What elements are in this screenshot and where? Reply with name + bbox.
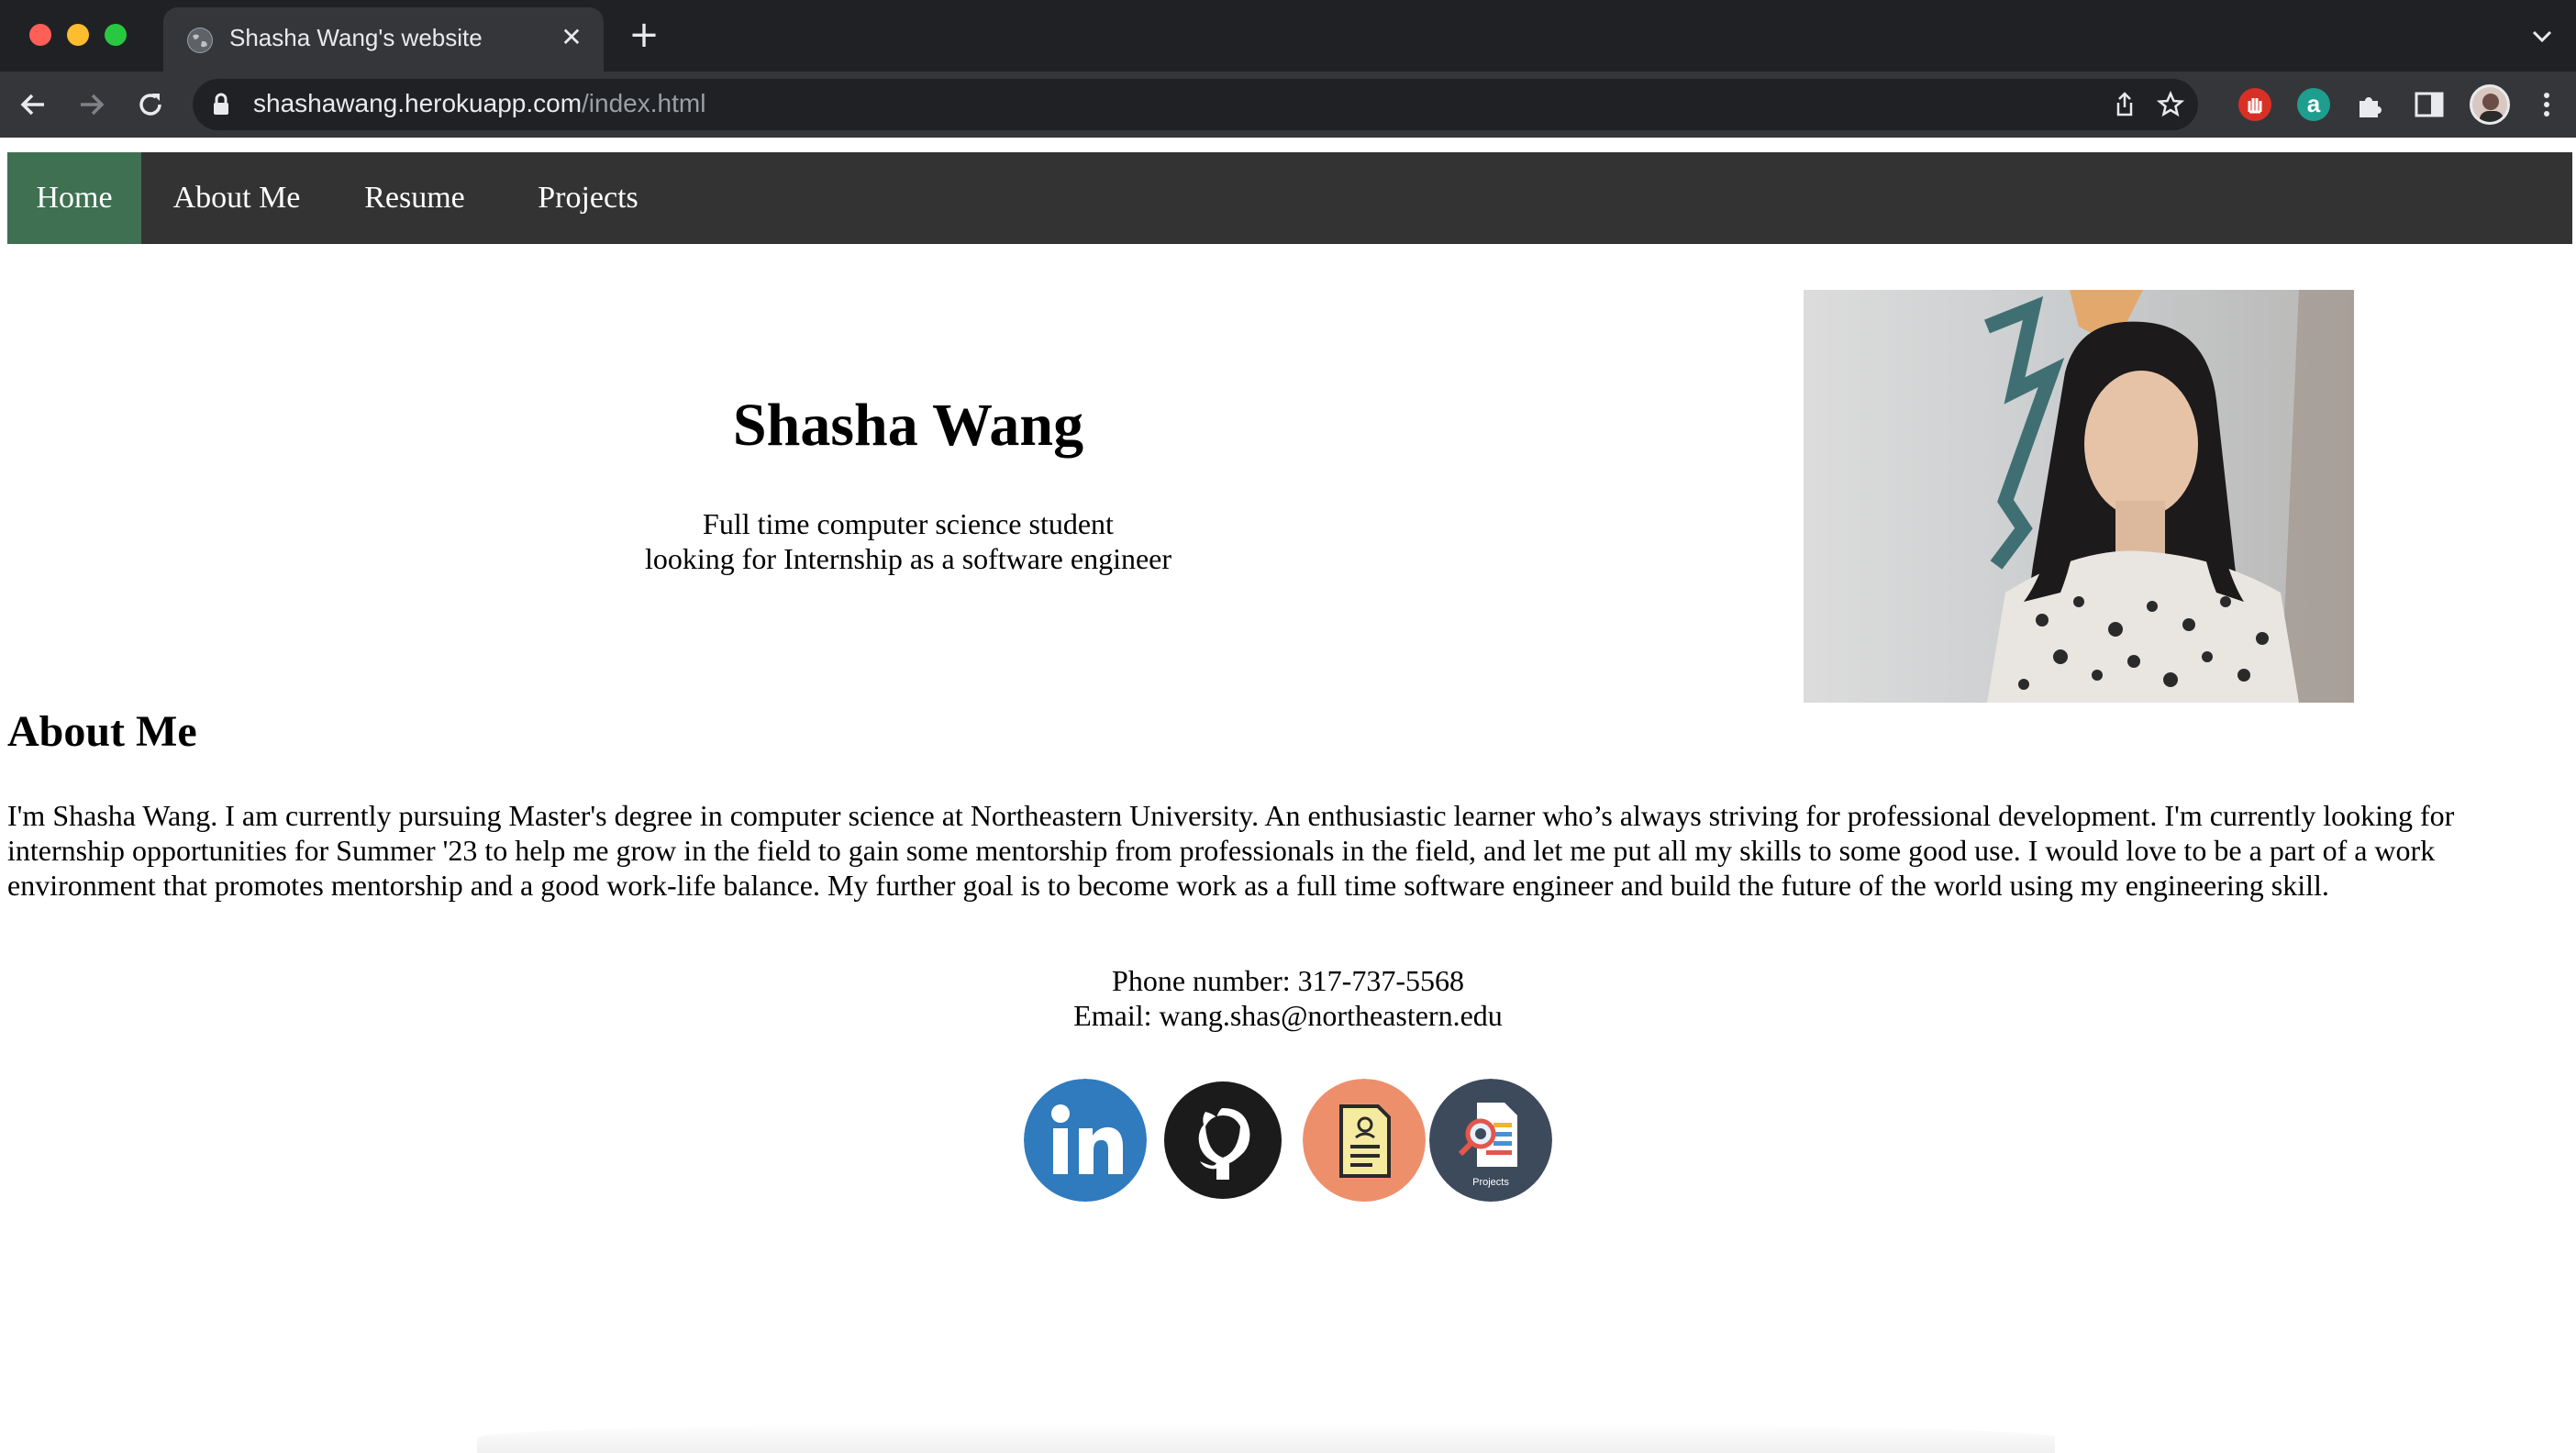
linkedin-icon — [1024, 1079, 1147, 1202]
share-icon[interactable] — [2110, 90, 2139, 119]
hero-name: Shasha Wang — [732, 392, 1084, 459]
forward-icon[interactable] — [73, 86, 110, 123]
projects-icon-label: Projects — [1472, 1177, 1509, 1188]
more-menu-icon[interactable] — [2530, 88, 2563, 121]
hero-subtitle-line1: Full time computer science student — [703, 507, 1114, 540]
linkedin-link[interactable] — [1024, 1079, 1147, 1202]
profile-photo — [1804, 290, 2354, 703]
new-tab-icon[interactable]: + — [626, 17, 662, 53]
nav-projects[interactable]: Projects — [510, 152, 666, 244]
hero-subtitle-line2: looking for Internship as a software eng… — [644, 542, 1172, 575]
page-bottom-shadow — [477, 1422, 2055, 1453]
about-paragraph: I'm Shasha Wang. I am currently pursuing… — [7, 799, 2455, 902]
contact-info: Phone number: 317-737-5568 Email: wang.s… — [829, 963, 1747, 1033]
adblock-extension-icon[interactable] — [2238, 88, 2271, 121]
back-icon[interactable] — [15, 86, 51, 123]
address-bar[interactable]: shashawang.herokuapp.com/index.html — [193, 79, 2198, 130]
projects-link[interactable]: Projects — [1429, 1079, 1552, 1202]
nav-resume[interactable]: Resume — [341, 152, 488, 244]
about-heading: About Me — [7, 707, 197, 756]
url-text[interactable]: shashawang.herokuapp.com/index.html — [253, 89, 705, 118]
page: Home About Me Resume Projects Shasha Wan… — [0, 138, 2576, 1453]
grammarly-extension-icon[interactable]: a — [2297, 88, 2330, 121]
github-link[interactable] — [1161, 1079, 1284, 1202]
resume-link[interactable] — [1303, 1079, 1426, 1202]
window-zoom-button[interactable] — [105, 24, 127, 46]
url-path: /index.html — [582, 89, 706, 117]
browser-tab-bar: Shasha Wang's website ✕ + — [0, 0, 2576, 72]
nav-about-me[interactable]: About Me — [154, 152, 319, 244]
side-panel-icon[interactable] — [2413, 88, 2446, 121]
tab-search-chevron-icon[interactable] — [2526, 20, 2558, 51]
hero-subtitle: Full time computer science student looki… — [495, 506, 1321, 576]
window-close-button[interactable] — [29, 24, 51, 46]
globe-icon — [187, 28, 213, 53]
tab-title: Shasha Wang's website — [229, 24, 483, 51]
resume-document-icon — [1303, 1079, 1426, 1202]
site-navbar: Home About Me Resume Projects — [7, 152, 2572, 244]
projects-magnifier-icon: Projects — [1429, 1079, 1552, 1202]
tab-close-icon[interactable]: ✕ — [556, 22, 587, 53]
browser-tab[interactable]: Shasha Wang's website ✕ — [163, 7, 604, 72]
github-icon — [1161, 1079, 1284, 1202]
url-host: shashawang.herokuapp.com — [253, 89, 583, 117]
window-minimize-button[interactable] — [67, 24, 89, 46]
nav-home[interactable]: Home — [7, 152, 141, 244]
email-address: Email: wang.shas@northeastern.edu — [1073, 999, 1503, 1032]
bookmark-star-icon[interactable] — [2156, 90, 2185, 119]
phone-number: Phone number: 317-737-5568 — [1112, 964, 1464, 997]
browser-toolbar: shashawang.herokuapp.com/index.html a — [0, 72, 2576, 138]
lock-icon[interactable] — [211, 93, 231, 116]
extensions-puzzle-icon[interactable] — [2354, 88, 2387, 121]
profile-avatar-icon[interactable] — [2470, 84, 2510, 125]
reload-icon[interactable] — [132, 86, 169, 123]
